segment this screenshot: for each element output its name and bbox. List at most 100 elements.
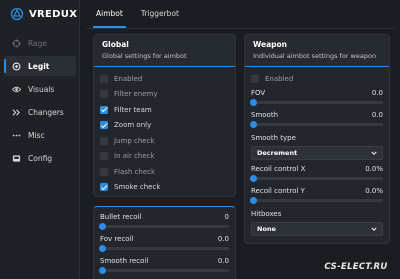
checkbox-label: In air check [114, 152, 155, 161]
slider-thumb[interactable] [99, 267, 106, 274]
sidebar-item-label: Rage [28, 38, 48, 48]
slider-track[interactable] [99, 223, 229, 230]
slider-value: 0.0 [371, 88, 383, 97]
checkbox-box-checked[interactable] [100, 121, 108, 130]
checkbox-box[interactable] [100, 90, 108, 99]
slider-value: 0.0 [217, 235, 229, 243]
checkbox-label: Zoom only [114, 121, 152, 130]
recoil-sliders: Bullet recoil 0 Fov recoil 0.0 Smooth reco… [94, 207, 235, 277]
slider-thumb[interactable] [250, 98, 257, 106]
checkbox-box-checked[interactable] [100, 105, 108, 114]
sidebar: VREDUX Rage Legit Visuals Changers Misc … [0, 0, 80, 279]
flash-check-checkbox[interactable]: Flash check [94, 164, 235, 180]
weapon-panel-header: Weapon Individual aimbot settings for we… [245, 35, 389, 67]
weapon-enabled-checkbox[interactable]: Enabled [245, 71, 389, 87]
sidebar-item-label: Visuals [28, 84, 55, 94]
chevron-down-icon [371, 151, 377, 155]
slider-label: Recoil control Y [251, 186, 305, 195]
checkbox-box[interactable] [251, 74, 259, 83]
target-icon [12, 62, 21, 70]
checkbox-box[interactable] [100, 74, 108, 83]
panel-title: Weapon [253, 40, 288, 49]
sidebar-item-changers[interactable]: Changers [4, 102, 76, 122]
slider-track[interactable] [250, 120, 383, 128]
checkbox-label: Smoke check [114, 183, 161, 192]
smooth-type-label: Smooth type [251, 133, 296, 142]
eye-icon [12, 86, 21, 92]
panel-title: Global [102, 40, 129, 49]
panel-subtitle: Individual aimbot settings for weapon [253, 52, 377, 60]
bullet-recoil-slider[interactable]: Bullet recoil 0 [94, 211, 235, 233]
slider-label: Fov recoil [100, 235, 134, 243]
in-air-check-checkbox[interactable]: In air check [94, 149, 235, 165]
sidebar-item-label: Changers [28, 107, 64, 117]
sidebar-item-label: Legit [28, 61, 50, 71]
slider-value: 0.0 [217, 257, 229, 265]
chevrons-icon [12, 108, 20, 116]
fov-recoil-slider[interactable]: Fov recoil 0.0 [94, 233, 235, 255]
sidebar-item-misc[interactable]: Misc [4, 125, 76, 145]
global-panel: Global Global settings for aimbot Enable… [93, 34, 236, 197]
slider-label: Bullet recoil [100, 213, 142, 221]
filter-enemy-checkbox[interactable]: Filter enemy [94, 87, 235, 103]
smooth-type-select[interactable]: Decrement [251, 145, 383, 160]
recoil-control-x-slider[interactable]: Recoil control X 0.0% [245, 163, 389, 185]
slider-thumb[interactable] [250, 174, 257, 182]
tabs-divider [86, 28, 396, 29]
watermark: CS-ELECT.RU [316, 259, 396, 275]
enabled-checkbox[interactable]: Enabled [94, 71, 235, 87]
checkbox-label: Jump check [114, 136, 155, 145]
select-value: None [257, 224, 276, 233]
recoil-control-y-slider[interactable]: Recoil control Y 0.0% [245, 185, 389, 207]
jump-check-checkbox[interactable]: Jump check [94, 133, 235, 149]
sidebar-item-rage[interactable]: Rage [4, 33, 76, 53]
sidebar-item-label: Misc [28, 130, 45, 140]
slider-track[interactable] [99, 267, 229, 274]
select-value: Decrement [257, 148, 298, 157]
brand-name: VREDUX [29, 8, 78, 20]
tab-triggerbot[interactable]: Triggerbot [132, 0, 188, 28]
checkbox-box[interactable] [100, 167, 108, 176]
slider-value: 0 [224, 213, 229, 221]
tab-aimbot[interactable]: Aimbot [87, 0, 132, 28]
slider-track[interactable] [250, 174, 383, 182]
weapon-settings: Enabled FOV 0.0 Smooth 0.0 Smooth type Dec… [245, 67, 389, 236]
folder-icon [12, 154, 21, 162]
checkbox-label: Flash check [114, 167, 156, 176]
hitboxes-select[interactable]: None [251, 221, 383, 236]
global-checks: Enabled Filter enemy Filter team Zoom on… [94, 67, 235, 195]
smooth-recoil-slider[interactable]: Smooth recoil 0.0 [94, 255, 235, 277]
slider-track[interactable] [250, 196, 383, 204]
slider-thumb[interactable] [250, 120, 257, 128]
filter-team-checkbox[interactable]: Filter team [94, 102, 235, 118]
checkbox-label: Filter enemy [114, 90, 158, 99]
sidebar-item-config[interactable]: Config [4, 148, 76, 168]
checkbox-box[interactable] [100, 136, 108, 145]
checkbox-label: Filter team [114, 105, 152, 114]
chevron-down-icon [371, 227, 377, 231]
dots-icon [12, 134, 21, 136]
checkbox-box-checked[interactable] [100, 183, 108, 192]
sidebar-item-visuals[interactable]: Visuals [4, 79, 76, 99]
slider-thumb[interactable] [99, 223, 106, 230]
slider-value: 0.0% [365, 186, 383, 195]
checkbox-box[interactable] [100, 152, 108, 161]
sidebar-item-legit[interactable]: Legit [4, 56, 76, 76]
top-tabs: Aimbot Triggerbot [87, 0, 188, 28]
slider-track[interactable] [99, 245, 229, 252]
panel-subtitle: Global settings for aimbot [102, 52, 187, 60]
slider-thumb[interactable] [99, 245, 106, 252]
global-panel-header: Global Global settings for aimbot [94, 35, 235, 67]
slider-value: 0.0 [371, 110, 383, 119]
weapon-panel: Weapon Individual aimbot settings for we… [244, 34, 390, 244]
slider-label: FOV [251, 88, 266, 97]
vredux-logo-icon [10, 7, 24, 21]
fov-slider[interactable]: FOV 0.0 [245, 87, 389, 109]
zoom-only-checkbox[interactable]: Zoom only [94, 118, 235, 134]
smoke-check-checkbox[interactable]: Smoke check [94, 180, 235, 196]
slider-value: 0.0% [365, 164, 383, 173]
slider-track[interactable] [250, 98, 383, 106]
smooth-slider[interactable]: Smooth 0.0 [245, 109, 389, 131]
checkbox-label: Enabled [265, 74, 294, 83]
slider-thumb[interactable] [250, 196, 257, 204]
